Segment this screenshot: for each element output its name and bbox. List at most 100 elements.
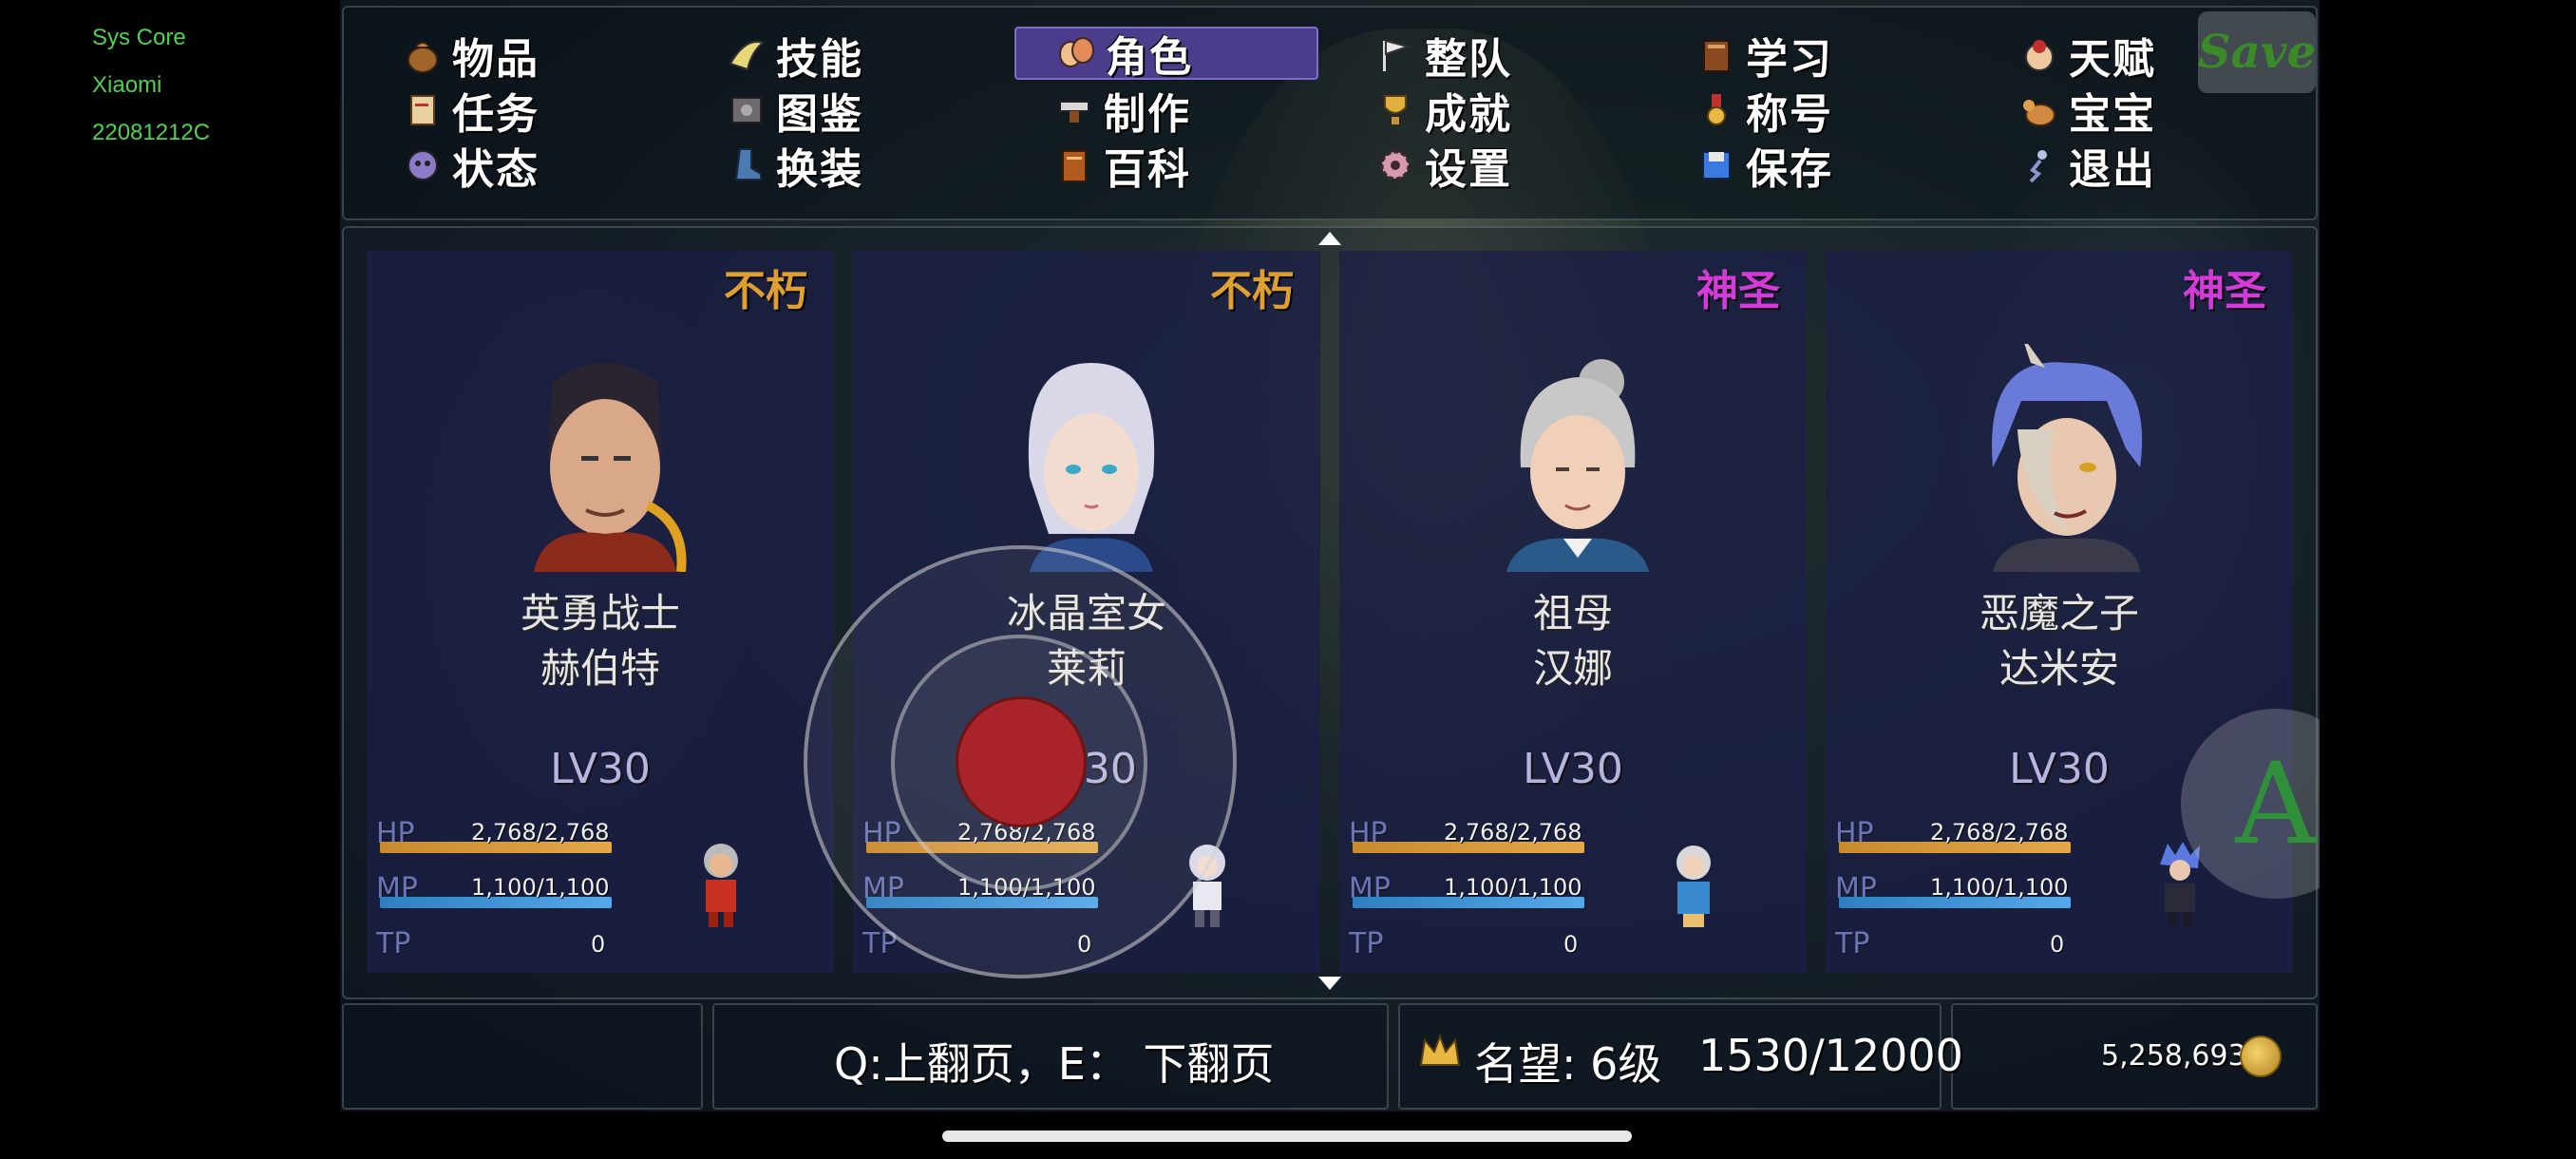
menu-label: 设置 bbox=[1425, 145, 1512, 194]
hp-value: 2,768/2,768 bbox=[471, 819, 610, 846]
character-title: 英勇战士 bbox=[520, 590, 680, 636]
menu-item-crafting[interactable]: 制作 bbox=[1014, 84, 1318, 139]
mp-value: 1,100/1,100 bbox=[1930, 874, 2069, 901]
menu-item-quests[interactable]: 任务 bbox=[363, 84, 667, 139]
scroll-up-arrow-icon[interactable] bbox=[1318, 232, 1341, 245]
medal-icon bbox=[1695, 88, 1738, 132]
menu-label: 成就 bbox=[1425, 90, 1512, 139]
skill-icon bbox=[725, 33, 768, 77]
tp-value: 0 bbox=[1563, 931, 1579, 958]
menu-item-codex[interactable]: 图鉴 bbox=[687, 84, 991, 139]
hp-value: 2,768/2,768 bbox=[1444, 819, 1582, 846]
menu-item-titles[interactable]: 称号 bbox=[1657, 84, 1960, 139]
flag-icon bbox=[1373, 33, 1417, 77]
menu-item-exit[interactable]: 退出 bbox=[1979, 139, 2283, 194]
gear-icon bbox=[1373, 143, 1417, 187]
quick-save-button[interactable]: Save bbox=[2198, 11, 2316, 93]
character-name: 汉娜 bbox=[1532, 645, 1613, 692]
bag-icon bbox=[401, 33, 445, 77]
trophy-icon bbox=[1373, 88, 1417, 132]
menu-label: 图鉴 bbox=[776, 90, 863, 139]
rank-badge: 不朽 bbox=[1210, 267, 1294, 315]
rank-badge: 不朽 bbox=[724, 267, 807, 315]
character-portrait bbox=[1506, 359, 1649, 572]
fame-level: 名望: 6级 bbox=[1474, 1038, 1662, 1090]
tp-label: TP bbox=[1835, 927, 1870, 960]
fame-progress: 1530/12000 bbox=[1698, 1030, 1963, 1081]
menu-item-encyclopedia[interactable]: 百科 bbox=[1014, 139, 1318, 194]
character-portrait bbox=[1028, 363, 1155, 572]
menu-label: 宝宝 bbox=[2069, 90, 2156, 139]
menu-label: 退出 bbox=[2069, 145, 2156, 194]
rank-badge: 神圣 bbox=[1696, 267, 1780, 315]
device-model-label: 22081212C bbox=[92, 120, 211, 145]
menu-item-outfit[interactable]: 换装 bbox=[687, 139, 991, 194]
game-screen: 物品 技能 角色 整队 学习 天赋 任务 图鉴 制作 成就 称号 宝宝 状态 换… bbox=[340, 0, 2320, 1112]
exit-icon bbox=[2017, 143, 2061, 187]
menu-label: 物品 bbox=[452, 35, 540, 84]
page-hint: Q:上翻页，E： 下翻页 bbox=[834, 1038, 1275, 1090]
menu-item-settings[interactable]: 设置 bbox=[1335, 139, 1639, 194]
character-portrait bbox=[1992, 344, 2143, 572]
character-sprite bbox=[704, 844, 738, 927]
gold-coin-icon bbox=[2240, 1036, 2282, 1077]
codex-icon bbox=[725, 88, 768, 132]
menu-item-formation[interactable]: 整队 bbox=[1335, 28, 1639, 84]
menu-label: 百科 bbox=[1104, 145, 1191, 194]
menu-label: 制作 bbox=[1104, 90, 1191, 139]
disk-icon bbox=[1695, 143, 1738, 187]
character-card[interactable]: 不朽 英勇战士 赫伯特 LV30 HP 2,768/2,768 MP 1,100… bbox=[367, 251, 834, 973]
menu-item-achievements[interactable]: 成就 bbox=[1335, 84, 1639, 139]
status-icon bbox=[401, 143, 445, 187]
menu-item-save[interactable]: 保存 bbox=[1657, 139, 1960, 194]
pet-icon bbox=[2017, 88, 2061, 132]
tp-value: 0 bbox=[591, 931, 606, 958]
rank-badge: 神圣 bbox=[2183, 267, 2266, 315]
joystick-knob[interactable] bbox=[956, 696, 1087, 827]
gold-amount: 5,258,693 bbox=[2101, 1039, 2246, 1073]
boot-icon bbox=[725, 143, 768, 187]
menu-label: 技能 bbox=[776, 35, 863, 84]
menu-label: 状态 bbox=[452, 145, 540, 194]
menu-label: 天赋 bbox=[2069, 35, 2156, 84]
talent-icon bbox=[2017, 33, 2061, 77]
menu-label: 称号 bbox=[1746, 90, 1833, 139]
character-level: LV30 bbox=[550, 745, 651, 793]
character-portrait bbox=[534, 363, 687, 572]
anvil-icon bbox=[1052, 88, 1096, 132]
character-title: 祖母 bbox=[1532, 590, 1613, 636]
menu-item-status[interactable]: 状态 bbox=[363, 139, 667, 194]
mask-icon bbox=[1054, 31, 1098, 75]
menu-item-items[interactable]: 物品 bbox=[363, 28, 667, 84]
tp-label: TP bbox=[1349, 927, 1384, 960]
system-core-label: Sys Core bbox=[92, 25, 186, 50]
crown-icon bbox=[1417, 1031, 1463, 1083]
scroll-icon bbox=[401, 88, 445, 132]
encyclopedia-icon bbox=[1052, 143, 1096, 187]
a-button-label: A bbox=[2235, 738, 2317, 869]
menu-label: 角色 bbox=[1106, 33, 1193, 82]
character-title: 恶魔之子 bbox=[1979, 590, 2139, 636]
character-name: 达米安 bbox=[1998, 645, 2119, 692]
menu-label: 任务 bbox=[452, 90, 540, 139]
menu-item-study[interactable]: 学习 bbox=[1657, 28, 1960, 84]
menu-item-skills[interactable]: 技能 bbox=[687, 28, 991, 84]
tp-value: 0 bbox=[2050, 931, 2065, 958]
menu-item-characters[interactable]: 角色 bbox=[1014, 27, 1318, 82]
device-brand-label: Xiaomi bbox=[92, 72, 162, 98]
mp-value: 1,100/1,100 bbox=[471, 874, 610, 901]
menu-label: 学习 bbox=[1746, 35, 1833, 84]
mp-value: 1,100/1,100 bbox=[1444, 874, 1582, 901]
scroll-down-arrow-icon[interactable] bbox=[1318, 977, 1341, 990]
bottom-left-box bbox=[342, 1003, 703, 1110]
character-card[interactable]: 神圣 祖母 汉娜 LV30 HP 2,768/2,768 MP 1,100/1,… bbox=[1339, 251, 1807, 973]
menu-label: 换装 bbox=[776, 145, 863, 194]
book-icon bbox=[1695, 33, 1738, 77]
character-name: 赫伯特 bbox=[540, 645, 660, 692]
character-sprite bbox=[1676, 846, 1711, 927]
menu-label: 整队 bbox=[1425, 35, 1512, 84]
tp-label: TP bbox=[376, 927, 411, 960]
home-indicator[interactable] bbox=[942, 1130, 1632, 1142]
hp-value: 2,768/2,768 bbox=[1930, 819, 2069, 846]
save-button-label: Save bbox=[2197, 26, 2317, 79]
